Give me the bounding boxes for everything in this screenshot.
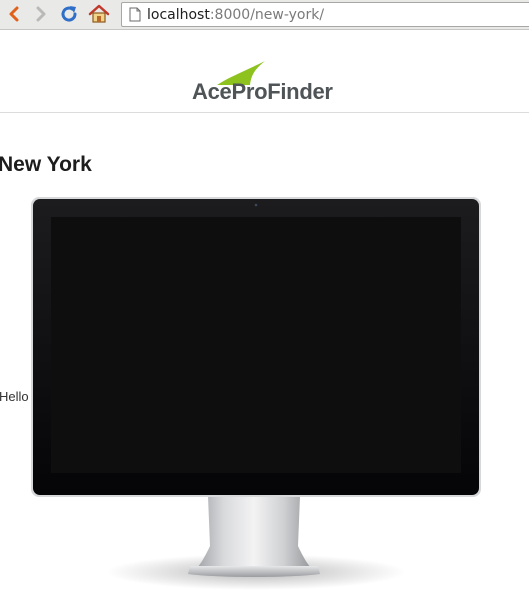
url-text: localhost:8000/new-york/ — [147, 7, 324, 23]
forward-button[interactable] — [30, 3, 52, 25]
url-path: :8000/new-york/ — [209, 6, 325, 23]
monitor-image — [30, 196, 482, 596]
monitor-icon — [31, 197, 481, 590]
reload-button[interactable] — [58, 3, 80, 25]
body-text: Hello — [0, 389, 29, 404]
browser-toolbar: localhost:8000/new-york/ — [0, 0, 529, 30]
site-header: AceProFinder — [0, 31, 529, 113]
page-title: New York — [0, 153, 92, 176]
site-logo[interactable]: AceProFinder — [192, 61, 337, 105]
forward-icon — [36, 6, 46, 22]
page-icon — [129, 7, 141, 22]
back-icon — [9, 6, 19, 22]
logo-text: AceProFinder — [192, 79, 333, 104]
home-icon — [88, 4, 110, 23]
home-button[interactable] — [88, 3, 110, 25]
url-host: localhost — [147, 6, 210, 23]
reload-icon — [61, 6, 77, 22]
address-bar[interactable]: localhost:8000/new-york/ — [121, 2, 529, 27]
back-button[interactable] — [3, 3, 25, 25]
